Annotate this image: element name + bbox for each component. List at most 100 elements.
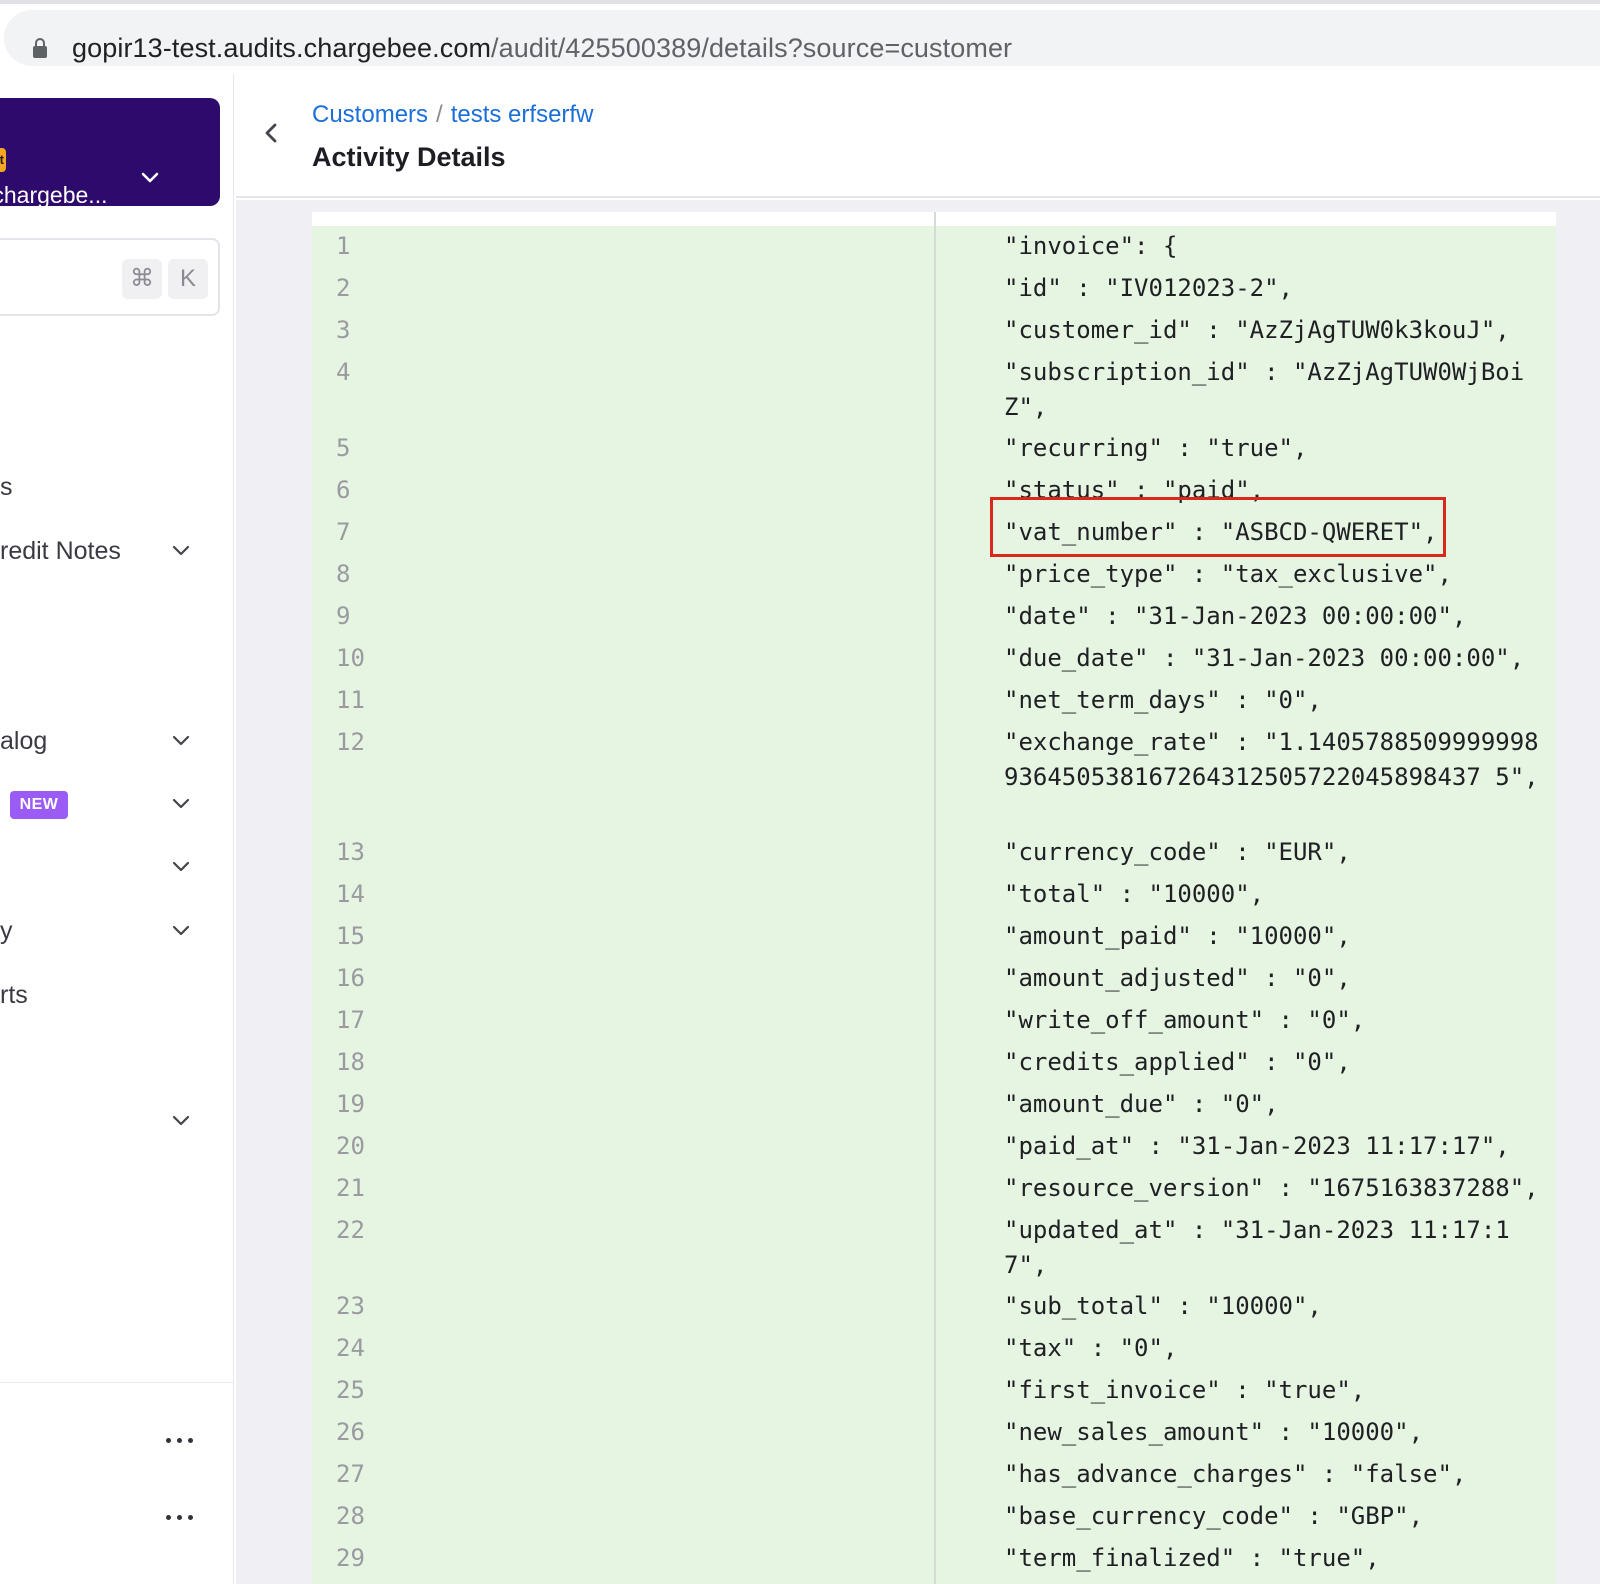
more-options-icon[interactable] xyxy=(164,1510,196,1524)
site-switcher[interactable]: st .chargebe... xyxy=(0,98,220,208)
line-number: 3 xyxy=(336,316,351,344)
line-number: 20 xyxy=(336,1132,365,1160)
new-badge: NEW xyxy=(10,791,68,819)
code-text: "first_invoice" : "true", xyxy=(1004,1376,1366,1404)
code-text: "credits_applied" : "0", xyxy=(1004,1048,1351,1076)
line-number: 12 xyxy=(336,728,365,756)
line-number: 11 xyxy=(336,686,365,714)
line-number: 26 xyxy=(336,1418,365,1446)
chevron-down-icon[interactable] xyxy=(168,918,194,944)
sidebar-item-label: alog xyxy=(0,727,48,755)
address-bar[interactable]: gopir13-test.audits.chargebee.com/audit/… xyxy=(4,10,1600,66)
code-text: "currency_code" : "EUR", xyxy=(1004,838,1351,866)
line-number: 24 xyxy=(336,1334,365,1362)
code-text: "amount_paid" : "10000", xyxy=(1004,922,1351,950)
line-number: 4 xyxy=(336,358,351,386)
line-number: 9 xyxy=(336,602,351,630)
code-text: "recurring" : "true", xyxy=(1004,434,1308,462)
line-number: 14 xyxy=(336,880,365,908)
code-text: "amount_due" : "0", xyxy=(1004,1090,1279,1118)
code-text: "has_advance_charges" : "false", xyxy=(1004,1460,1467,1488)
line-number: 16 xyxy=(336,964,365,992)
chevron-down-icon[interactable] xyxy=(168,791,194,817)
line-number: 25 xyxy=(336,1376,365,1404)
site-name: .chargebe... xyxy=(0,182,108,208)
line-number: 1 xyxy=(336,232,351,260)
page-header: Customers / tests erfserfw Activity Detail… xyxy=(236,74,1600,198)
code-text: "total" : "10000", xyxy=(1004,880,1265,908)
more-options-icon[interactable] xyxy=(164,1433,196,1447)
url-host: gopir13-test.audits.chargebee.com xyxy=(72,33,492,63)
sidebar-item-collapsed-2[interactable] xyxy=(0,1096,234,1146)
code-text: "resource_version" : "1675163837288", xyxy=(1004,1174,1539,1202)
code-text: "new_sales_amount" : "10000", xyxy=(1004,1418,1424,1446)
breadcrumb-customers-link[interactable]: Customers xyxy=(312,101,428,128)
code-text: "updated_at" : "31-Jan-2023 11:17:17", xyxy=(1004,1216,1510,1279)
code-diff-viewer: 1 "invoice": { 2 "id" : "IV012023-2", 3 "cust… xyxy=(312,212,1556,1584)
sidebar-item-credit-notes[interactable]: redit Notes xyxy=(0,526,234,576)
back-arrow-icon[interactable] xyxy=(256,118,286,148)
sidebar-item-new[interactable]: NEW xyxy=(0,779,234,829)
sidebar-item-collapsed[interactable] xyxy=(0,842,234,892)
sidebar-item-label: s xyxy=(0,473,13,501)
sidebar-item-catalog[interactable]: alog xyxy=(0,716,234,766)
chevron-down-icon[interactable] xyxy=(168,538,194,564)
code-text: "price_type" : "tax_exclusive", xyxy=(1004,560,1452,588)
url-text[interactable]: gopir13-test.audits.chargebee.com/audit/… xyxy=(72,32,1012,64)
sidebar-item-label: rts xyxy=(0,981,28,1009)
line-number: 19 xyxy=(336,1090,365,1118)
line-number: 27 xyxy=(336,1460,365,1488)
code-text: "term_finalized" : "true", xyxy=(1004,1544,1380,1572)
line-number: 7 xyxy=(336,518,351,546)
code-text: "exchange_rate" : "1.1405788509999998936… xyxy=(1004,728,1539,791)
line-number: 15 xyxy=(336,922,365,950)
line-number: 5 xyxy=(336,434,351,462)
code-text: "customer_id" : "AzZjAgTUW0k3kouJ", xyxy=(1004,316,1510,344)
breadcrumb-separator: / xyxy=(436,101,443,128)
code-text: "base_currency_code" : "GBP", xyxy=(1004,1502,1424,1530)
code-text: "date" : "31-Jan-2023 00:00:00", xyxy=(1004,602,1467,630)
command-key-icon: ⌘ xyxy=(122,259,162,299)
sidebar-item-reports[interactable]: rts xyxy=(0,970,234,1020)
chevron-down-icon[interactable] xyxy=(168,1108,194,1134)
browser-url-bar: gopir13-test.audits.chargebee.com/audit/… xyxy=(0,0,1600,74)
line-number: 17 xyxy=(336,1006,365,1034)
breadcrumb-customer-link[interactable]: tests erfserfw xyxy=(451,101,594,128)
line-number: 22 xyxy=(336,1216,365,1244)
sidebar-item-label: redit Notes xyxy=(0,537,121,565)
code-text: "tax" : "0", xyxy=(1004,1334,1178,1362)
line-number: 2 xyxy=(336,274,351,302)
page-title: Activity Details xyxy=(312,142,506,172)
line-number: 10 xyxy=(336,644,365,672)
test-site-badge: st xyxy=(0,148,6,172)
sidebar-item-label: y xyxy=(0,917,13,945)
vat-number-highlight xyxy=(990,497,1446,557)
line-number: 29 xyxy=(336,1544,365,1572)
code-text: "id" : "IV012023-2", xyxy=(1004,274,1293,302)
k-key-hint: K xyxy=(168,259,208,299)
diff-column-divider xyxy=(934,212,936,1584)
line-number: 21 xyxy=(336,1174,365,1202)
line-number: 8 xyxy=(336,560,351,588)
code-text: "invoice": { xyxy=(1004,232,1178,260)
line-number: 13 xyxy=(336,838,365,866)
breadcrumb: Customers / tests erfserfw xyxy=(312,100,593,130)
browser-tab-strip xyxy=(0,0,1600,4)
code-text: "sub_total" : "10000", xyxy=(1004,1292,1322,1320)
lock-icon xyxy=(33,38,47,58)
code-text: "subscription_id" : "AzZjAgTUW0WjBoiZ", xyxy=(1004,358,1525,421)
sidebar-item-y[interactable]: y xyxy=(0,906,234,956)
code-text: "write_off_amount" : "0", xyxy=(1004,1006,1366,1034)
chevron-down-icon[interactable] xyxy=(168,854,194,880)
url-path: /audit/425500389/details?source=customer xyxy=(491,33,1013,63)
code-text: "amount_adjusted" : "0", xyxy=(1004,964,1351,992)
sidebar-item-s[interactable]: s xyxy=(0,462,234,512)
chevron-down-icon[interactable] xyxy=(136,164,164,192)
sidebar-divider xyxy=(0,1382,234,1383)
main-content: 1 "invoice": { 2 "id" : "IV012023-2", 3 "cust… xyxy=(236,200,1600,1584)
search-input[interactable]: ⌘ K xyxy=(0,238,220,316)
chevron-down-icon[interactable] xyxy=(168,728,194,754)
code-text: "paid_at" : "31-Jan-2023 11:17:17", xyxy=(1004,1132,1510,1160)
line-number: 23 xyxy=(336,1292,365,1320)
line-number: 6 xyxy=(336,476,351,504)
